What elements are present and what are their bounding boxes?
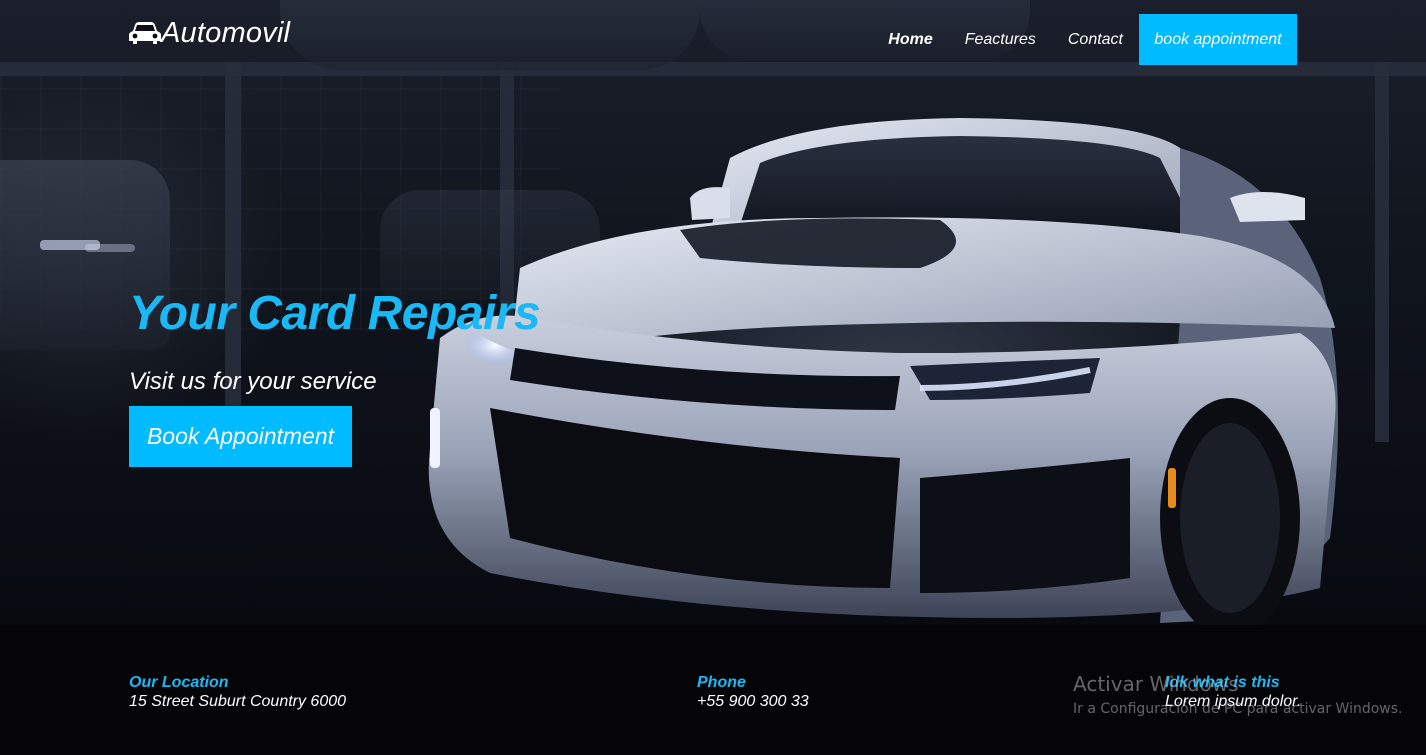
footer-other-title: Idk what is this [1165,674,1280,691]
hero-title: Your Card Repairs [129,287,541,340]
hero-subtitle: Visit us for your service [129,368,377,395]
background-car-headlight [85,244,135,252]
book-appointment-hero-button[interactable]: Book Appointment [129,406,352,467]
footer-location-value: 15 Street Suburt Country 6000 [129,693,347,710]
brand-logo[interactable]: Automovil [129,16,290,50]
footer-location: Our Location 15 Street Suburt Country 60… [129,673,346,711]
background-car [280,0,700,70]
car-icon [129,21,161,45]
footer-other-value: Lorem ipsum dolor. [1165,693,1302,710]
brand-name: Automovil [161,16,291,49]
footer-phone-value: +55 900 300 33 [697,693,809,710]
main-nav: Home Feactures Contact book appointment [856,14,1297,65]
footer: Our Location 15 Street Suburt Country 60… [0,625,1426,755]
garage-pillar [1375,62,1389,442]
footer-phone: Phone +55 900 300 33 [697,673,809,711]
nav-item-feactures[interactable]: Feactures [965,31,1036,49]
footer-phone-title: Phone [697,674,746,691]
nav-item-contact[interactable]: Contact [1068,31,1123,49]
nav-item-home[interactable]: Home [888,31,932,49]
book-appointment-nav-button[interactable]: book appointment [1139,14,1297,65]
footer-other: Idk what is this Lorem ipsum dolor. [1165,673,1301,711]
footer-location-title: Our Location [129,674,229,691]
hero-car-image [400,118,1360,625]
